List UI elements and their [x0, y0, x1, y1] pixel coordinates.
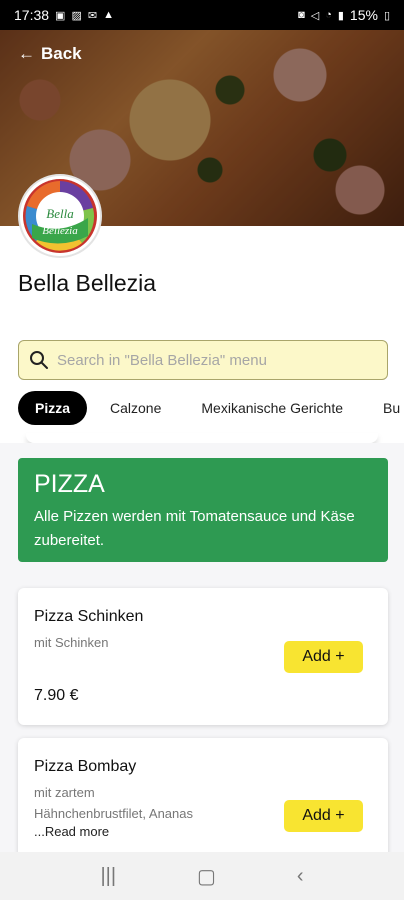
arrow-left-icon: ← — [18, 44, 35, 63]
battery-level: 15% — [349, 7, 378, 23]
restaurant-name: Bella Bellezia — [18, 270, 157, 296]
photo-icon: ▣ — [55, 9, 66, 22]
restaurant-logo: Bella Bellezia — [18, 174, 102, 258]
category-tabs: Pizza Calzone Mexikanische Gerichte Bu — [18, 391, 404, 425]
mail-icon: ✉ — [87, 9, 98, 22]
gallery-icon: ▨ — [71, 9, 82, 22]
logo-text-bella: Bella — [46, 206, 74, 221]
add-button[interactable]: Add + — [284, 800, 363, 832]
menu-item-card[interactable]: Pizza Bombay mit zartem Hähnchenbrustfil… — [18, 738, 388, 868]
category-title: PIZZA — [34, 470, 105, 498]
tab-mexikanische-gerichte[interactable]: Mexikanische Gerichte — [184, 391, 360, 425]
battery-saver-icon: ◙ — [298, 9, 305, 21]
warning-icon: ▲ — [103, 9, 114, 21]
tabs-divider — [26, 433, 378, 443]
add-button[interactable]: Add + — [284, 641, 363, 673]
wifi-icon: ◔ — [325, 9, 332, 21]
menu-search-box[interactable] — [18, 340, 388, 380]
search-input[interactable] — [57, 351, 357, 369]
logo-image: Bella Bellezia — [23, 179, 97, 253]
item-name: Pizza Bombay — [34, 758, 137, 775]
category-description: Alle Pizzen werden mit Tomatensauce und … — [34, 508, 355, 549]
recents-icon[interactable]: ||| — [100, 865, 116, 888]
system-nav-bar: ||| ▢ ‹ — [0, 852, 404, 900]
back-button[interactable]: ← Back — [18, 44, 82, 64]
status-time: 17:38 — [14, 7, 50, 23]
tab-pizza[interactable]: Pizza — [18, 391, 88, 425]
tab-bu[interactable]: Bu — [366, 391, 404, 425]
item-price: 7.90 € — [34, 687, 79, 704]
signal-icon: ▮ — [337, 9, 344, 22]
back-nav-icon[interactable]: ‹ — [297, 865, 304, 888]
logo-text-bellezia: Bellezia — [42, 225, 78, 237]
category-banner: PIZZA Alle Pizzen werden mit Tomatensauc… — [18, 458, 388, 562]
mute-icon: ◁ — [310, 9, 320, 22]
item-name: Pizza Schinken — [34, 608, 144, 625]
search-icon — [30, 351, 48, 369]
back-label: Back — [41, 44, 82, 63]
home-icon[interactable]: ▢ — [197, 864, 216, 889]
battery-icon: ▯ — [383, 9, 390, 22]
tab-calzone[interactable]: Calzone — [93, 391, 178, 425]
menu-item-card[interactable]: Pizza Schinken mit Schinken 7.90 € Add + — [18, 588, 388, 725]
status-bar: 17:38 ▣ ▨ ✉ ▲ ◙ ◁ ◔ ▮ 15% ▯ — [0, 0, 404, 30]
